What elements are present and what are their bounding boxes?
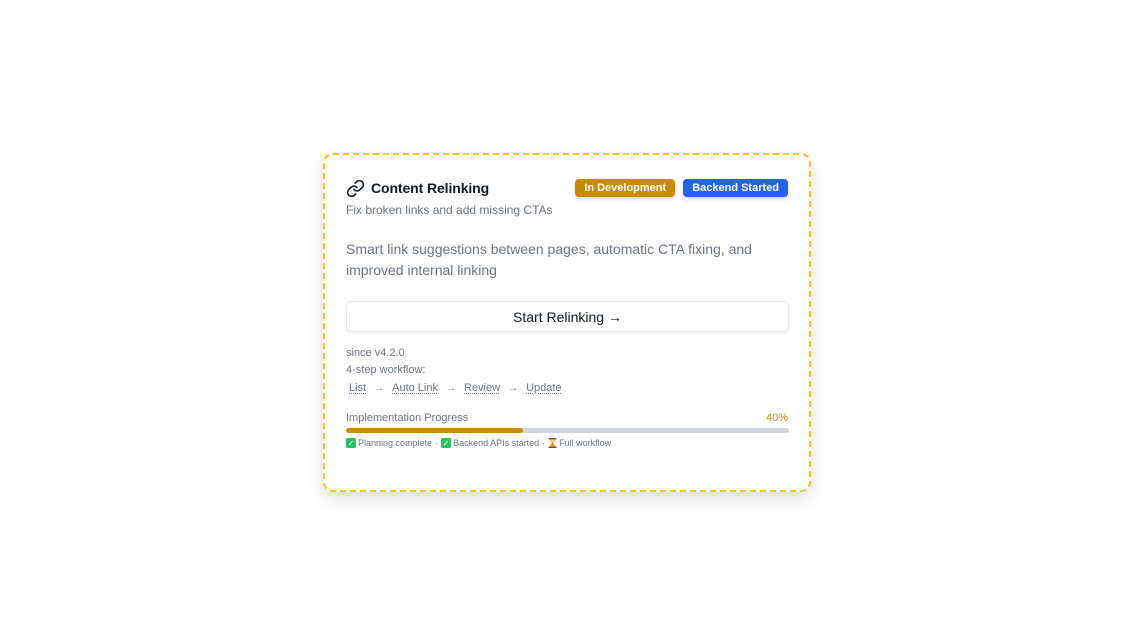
card-header: Content Relinking In Development Backend… xyxy=(346,177,788,199)
status-badge-backend-started: Backend Started xyxy=(683,179,788,197)
milestone-backend: Backend APIs started xyxy=(453,438,540,448)
milestone-planning: Planning complete xyxy=(358,438,433,448)
card-subtitle: Fix broken links and add missing CTAs xyxy=(346,203,553,217)
step-arrow-icon: → xyxy=(374,382,385,394)
workflow-step-update[interactable]: Update xyxy=(526,382,561,394)
step-arrow-icon: → xyxy=(508,382,519,394)
card-description: Smart link suggestions between pages, au… xyxy=(346,241,752,278)
workflow-step-list[interactable]: List xyxy=(349,382,366,394)
check-icon: ✓ xyxy=(441,438,452,448)
hourglass-icon xyxy=(548,438,557,448)
link-icon xyxy=(346,179,365,198)
workflow-label: 4-step workflow: xyxy=(346,364,426,376)
feature-card: Content Relinking In Development Backend… xyxy=(323,153,811,492)
workflow-steps: List → Auto Link → Review → Update xyxy=(349,382,562,394)
status-badge-in-development: In Development xyxy=(575,179,676,197)
step-arrow-icon: → xyxy=(446,382,456,394)
check-icon: ✓ xyxy=(346,438,356,448)
badge-group: In Development Backend Started xyxy=(575,179,788,197)
progress-label: Implementation Progress xyxy=(346,412,469,424)
milestone-separator: · xyxy=(435,438,439,448)
milestone-full-workflow: Full workflow xyxy=(559,438,612,448)
progress-percent: 40% xyxy=(765,412,788,424)
card-title: Content Relinking xyxy=(371,180,490,196)
progress-bar-fill xyxy=(346,428,524,433)
milestone-separator: · xyxy=(542,438,546,448)
milestone-list: ✓ Planning complete · ✓ Backend APIs sta… xyxy=(346,438,611,448)
workflow-step-auto-link[interactable]: Auto Link xyxy=(392,382,438,394)
progress-bar xyxy=(346,428,789,433)
version-label: since v4.2.0 xyxy=(346,347,405,359)
start-relinking-button[interactable]: Start Relinking → xyxy=(346,301,789,332)
workflow-step-review[interactable]: Review xyxy=(464,382,500,394)
